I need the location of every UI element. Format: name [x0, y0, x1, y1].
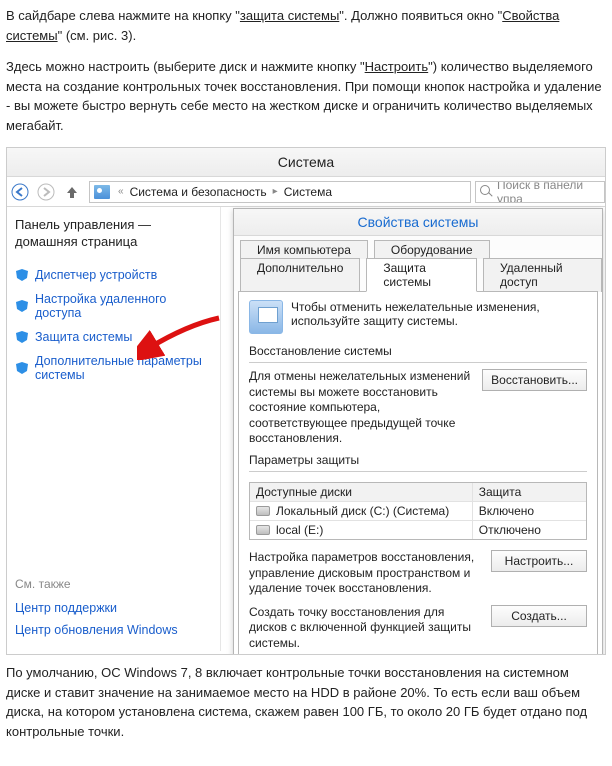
nav-back-icon[interactable]	[7, 179, 33, 205]
disk-icon	[256, 525, 270, 535]
nav-up-icon[interactable]	[59, 179, 85, 205]
group-params-title: Параметры защиты	[249, 453, 587, 467]
sidebar-item-system-protection[interactable]: Защита системы	[15, 330, 212, 344]
restore-text: Для отмены нежелательных изменений систе…	[249, 369, 482, 447]
tab-advanced[interactable]: Дополнительно	[240, 258, 360, 292]
search-input[interactable]: Поиск в панели упра	[475, 181, 605, 203]
toolbar: « Система и безопасность ▸ Система Поиск…	[7, 177, 605, 207]
search-icon	[480, 185, 493, 199]
chevron-right-icon: ▸	[273, 186, 278, 197]
system-properties-dialog: Свойства системы Имя компьютера Оборудов…	[233, 208, 603, 655]
tab-bar: Имя компьютера Оборудование Дополнительн…	[234, 236, 602, 291]
breadcrumb[interactable]: « Система и безопасность ▸ Система	[89, 181, 471, 203]
breadcrumb-item[interactable]: Система и безопасность	[128, 185, 269, 199]
shield-icon	[15, 361, 29, 375]
shield-icon	[15, 268, 29, 282]
sidebar-item-advanced[interactable]: Дополнительные параметры системы	[15, 354, 212, 382]
window-title: Система	[7, 148, 605, 177]
sidebar-home[interactable]: Панель управления — домашняя страница	[15, 217, 212, 251]
table-row[interactable]: Локальный диск (C:) (Система) Включено	[250, 502, 586, 521]
shield-icon	[15, 330, 29, 344]
search-placeholder: Поиск в панели упра	[497, 181, 604, 203]
col-protection: Защита	[472, 483, 586, 501]
tab-content: Чтобы отменить нежелательные изменения, …	[238, 291, 598, 655]
screenshot-window: Система « Система и безопасность ▸ Систе…	[6, 147, 606, 655]
chevron-left-icon: «	[118, 186, 124, 197]
sidebar-item-support[interactable]: Центр поддержки	[15, 601, 212, 615]
link-configure[interactable]: Настроить	[365, 59, 429, 74]
sidebar-item-remote[interactable]: Настройка удаленного доступа	[15, 292, 212, 320]
drive-table: Доступные диски Защита Локальный диск (C…	[249, 482, 587, 540]
create-text: Создать точку восстановления для дисков …	[249, 605, 491, 652]
create-button[interactable]: Создать...	[491, 605, 587, 627]
configure-button[interactable]: Настроить...	[491, 550, 587, 572]
tab-computer-name[interactable]: Имя компьютера	[240, 240, 368, 259]
sidebar: Панель управления — домашняя страница Ди…	[7, 207, 221, 651]
table-row[interactable]: local (E:) Отключено	[250, 521, 586, 539]
disk-icon	[256, 506, 270, 516]
tab-hardware[interactable]: Оборудование	[374, 240, 490, 259]
article-p2: Здесь можно настроить (выберите диск и н…	[6, 57, 606, 135]
dialog-title: Свойства системы	[234, 209, 602, 236]
tab-system-protection[interactable]: Защита системы	[366, 258, 477, 292]
configure-text: Настройка параметров восстановления, упр…	[249, 550, 491, 597]
control-panel-icon	[94, 185, 110, 199]
tab-remote[interactable]: Удаленный доступ	[483, 258, 602, 292]
restore-button[interactable]: Восстановить...	[482, 369, 587, 391]
shield-icon	[15, 299, 29, 313]
article-p3: По умолчанию, ОС Windows 7, 8 включает к…	[6, 663, 606, 741]
sidebar-item-device-manager[interactable]: Диспетчер устройств	[15, 268, 212, 282]
see-also-label: См. также	[15, 577, 212, 591]
system-protection-icon	[249, 300, 283, 334]
sidebar-item-windows-update[interactable]: Центр обновления Windows	[15, 623, 212, 637]
col-drives: Доступные диски	[250, 483, 472, 501]
link-protection[interactable]: защита системы	[240, 8, 339, 23]
nav-forward-icon[interactable]	[33, 179, 59, 205]
intro-text: Чтобы отменить нежелательные изменения, …	[291, 300, 587, 328]
breadcrumb-item[interactable]: Система	[282, 185, 334, 199]
group-restore-title: Восстановление системы	[249, 344, 587, 358]
article-p1: В сайдбаре слева нажмите на кнопку "защи…	[6, 6, 606, 45]
